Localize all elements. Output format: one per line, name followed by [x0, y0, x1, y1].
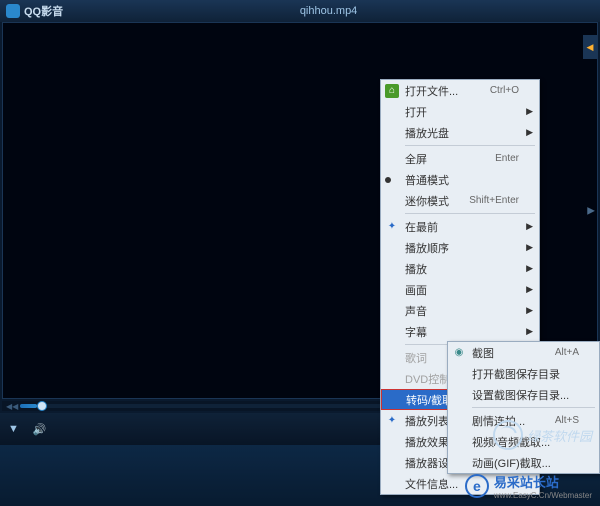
menu-item-label: 打开截图保存目录 [472, 366, 560, 382]
menu-item-icon: ◉ [452, 346, 466, 360]
app-icon [6, 4, 20, 18]
menu-item-label: 播放 [405, 261, 427, 277]
main-menu-item[interactable]: 迷你模式 Shift+Enter [381, 190, 539, 211]
title-bar: QQ影音 qihhou.mp4 [0, 0, 600, 22]
menu-item-label: 歌词 [405, 350, 427, 366]
watermark-1-text: 绿茶软件园 [527, 426, 592, 445]
main-menu-item[interactable]: 声音 ▶ [381, 300, 539, 321]
menu-item-label: 设置截图保存目录... [472, 387, 569, 403]
main-menu-item[interactable]: 播放 ▶ [381, 258, 539, 279]
menu-item-label: 迷你模式 [405, 193, 449, 209]
main-menu-item[interactable]: 全屏 Enter [381, 148, 539, 169]
app-name: QQ影音 [24, 3, 63, 19]
menu-item-label: 截图 [472, 345, 494, 361]
capture-menu-item[interactable]: 设置截图保存目录... [448, 384, 599, 405]
watermark-1-icon [493, 420, 523, 450]
main-menu-item[interactable]: 播放顺序 ▶ [381, 237, 539, 258]
menu-item-label: 播放光盘 [405, 125, 449, 141]
capture-menu-item[interactable]: 打开截图保存目录 [448, 363, 599, 384]
seek-thumb[interactable] [37, 401, 47, 411]
menu-item-label: 播放顺序 [405, 240, 449, 256]
menu-item-icon: ✦ [385, 414, 399, 428]
main-menu-item[interactable]: 画面 ▶ [381, 279, 539, 300]
stop-button[interactable]: ▼ [8, 423, 19, 435]
seek-back-icon[interactable]: ◀◀ [6, 402, 18, 411]
submenu-arrow-icon: ▶ [526, 242, 533, 253]
menu-item-label: 普通模式 [405, 172, 449, 188]
menu-item-label: 全屏 [405, 151, 427, 167]
menu-separator [405, 145, 535, 146]
menu-item-icon [385, 177, 391, 183]
submenu-arrow-icon: ▶ [526, 106, 533, 117]
volume-icon[interactable]: 🔊 [33, 423, 47, 436]
watermark-2-sub: www.EasyC.Cn/Webmaster [494, 491, 592, 500]
submenu-arrow-icon: ▶ [526, 127, 533, 138]
main-menu-item[interactable]: ⌂ 打开文件... Ctrl+O [381, 80, 539, 101]
submenu-arrow-icon: ▶ [526, 284, 533, 295]
menu-item-label: 在最前 [405, 219, 438, 235]
collapse-chevron-icon[interactable]: ▶ [587, 205, 595, 216]
menu-separator [405, 213, 535, 214]
watermark-2: e 易采站长站 www.EasyC.Cn/Webmaster [465, 472, 592, 500]
watermark-2-icon: e [465, 474, 489, 498]
watermark-2-text: 易采站长站 [494, 475, 559, 490]
menu-item-label: 打开文件... [405, 83, 458, 99]
seek-progress [20, 404, 37, 408]
menu-item-label: 字幕 [405, 324, 427, 340]
menu-item-label: DVD控制 [405, 371, 450, 387]
menu-item-shortcut: Enter [495, 153, 519, 164]
menu-item-label: 文件信息... [405, 476, 458, 492]
main-menu-item[interactable]: ✦ 在最前 ▶ [381, 216, 539, 237]
watermark-1: 绿茶软件园 [493, 420, 592, 450]
submenu-arrow-icon: ▶ [526, 305, 533, 316]
capture-menu-item[interactable]: ◉ 截图 Alt+A [448, 342, 599, 363]
menu-item-shortcut: Alt+A [555, 347, 579, 358]
menu-item-shortcut: Shift+Enter [469, 195, 519, 206]
file-name: qihhou.mp4 [63, 5, 594, 17]
menu-item-label: 打开 [405, 104, 427, 120]
main-menu-item[interactable]: 播放光盘 ▶ [381, 122, 539, 143]
context-menu-capture: ◉截图Alt+A打开截图保存目录设置截图保存目录...剧情连拍...Alt+S视… [447, 341, 600, 474]
menu-separator [472, 407, 595, 408]
playlist-tab[interactable]: ◀ [583, 35, 597, 59]
menu-item-label: 动画(GIF)截取... [472, 455, 551, 471]
submenu-arrow-icon: ▶ [526, 221, 533, 232]
menu-item-icon: ⌂ [385, 84, 399, 98]
submenu-arrow-icon: ▶ [526, 263, 533, 274]
main-menu-item[interactable]: 打开 ▶ [381, 101, 539, 122]
main-menu-item[interactable]: 普通模式 [381, 169, 539, 190]
menu-item-label: 声音 [405, 303, 427, 319]
main-menu-item[interactable]: 字幕 ▶ [381, 321, 539, 342]
menu-item-shortcut: Ctrl+O [490, 85, 519, 96]
menu-item-icon: ✦ [385, 220, 399, 234]
capture-menu-item[interactable]: 动画(GIF)截取... [448, 452, 599, 473]
submenu-arrow-icon: ▶ [526, 326, 533, 337]
menu-item-label: 画面 [405, 282, 427, 298]
